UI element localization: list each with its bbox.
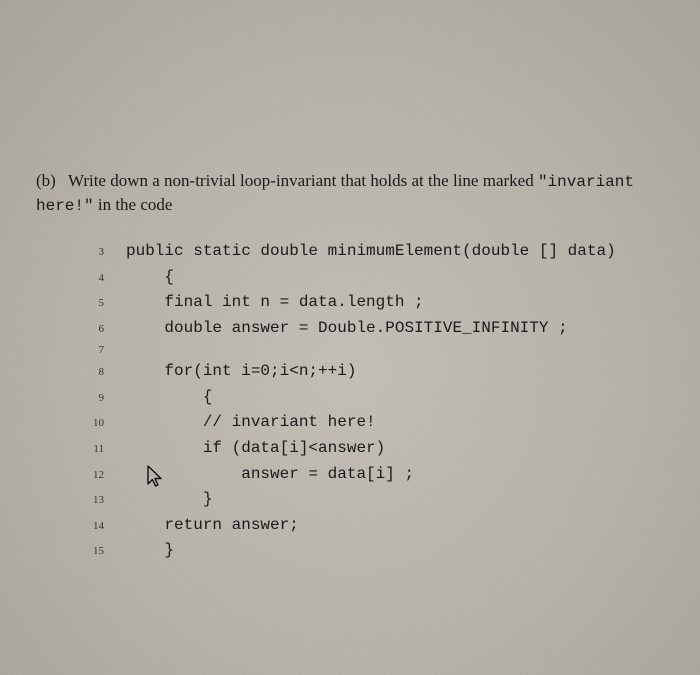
code-line: 6 double answer = Double.POSITIVE_INFINI…	[70, 316, 670, 342]
code-block: 3public static double minimumElement(dou…	[70, 239, 670, 564]
line-number: 15	[70, 543, 126, 561]
line-number: 11	[70, 441, 126, 459]
code-line: 8 for(int i=0;i<n;++i)	[70, 359, 670, 385]
code-text: {	[126, 385, 212, 411]
code-line: 15 }	[70, 538, 670, 564]
page: (b) Write down a non-trivial loop-invari…	[0, 0, 700, 675]
line-number: 14	[70, 518, 126, 536]
line-number: 5	[70, 295, 126, 313]
code-text: }	[126, 487, 212, 513]
code-line: 9 {	[70, 385, 670, 411]
line-number: 3	[70, 244, 126, 262]
code-text: if (data[i]<answer)	[126, 436, 385, 462]
code-text: // invariant here!	[126, 410, 376, 436]
code-line: 5 final int n = data.length ;	[70, 290, 670, 316]
line-number: 13	[70, 492, 126, 510]
line-number: 6	[70, 321, 126, 339]
code-line: 7	[70, 342, 670, 360]
code-line: 14 return answer;	[70, 513, 670, 539]
line-number: 8	[70, 364, 126, 382]
question-prompt: (b) Write down a non-trivial loop-invari…	[36, 170, 662, 217]
code-line: 4 {	[70, 265, 670, 291]
line-number: 12	[70, 467, 126, 485]
code-text: public static double minimumElement(doub…	[126, 239, 616, 265]
code-line: 13 }	[70, 487, 670, 513]
code-line: 11 if (data[i]<answer)	[70, 436, 670, 462]
code-text: answer = data[i] ;	[126, 462, 414, 488]
line-number: 4	[70, 270, 126, 288]
code-text: final int n = data.length ;	[126, 290, 424, 316]
question-label: (b)	[36, 170, 64, 193]
code-line: 3public static double minimumElement(dou…	[70, 239, 670, 265]
code-line: 12 answer = data[i] ;	[70, 462, 670, 488]
code-line: 10 // invariant here!	[70, 410, 670, 436]
line-number: 7	[70, 342, 126, 360]
code-text: {	[126, 265, 174, 291]
question-text-after: in the code	[94, 195, 173, 214]
line-number: 10	[70, 415, 126, 433]
code-text: for(int i=0;i<n;++i)	[126, 359, 356, 385]
code-text: return answer;	[126, 513, 299, 539]
code-text: }	[126, 538, 174, 564]
line-number: 9	[70, 390, 126, 408]
code-text: double answer = Double.POSITIVE_INFINITY…	[126, 316, 568, 342]
question-text-before: Write down a non-trivial loop-invariant …	[68, 171, 538, 190]
